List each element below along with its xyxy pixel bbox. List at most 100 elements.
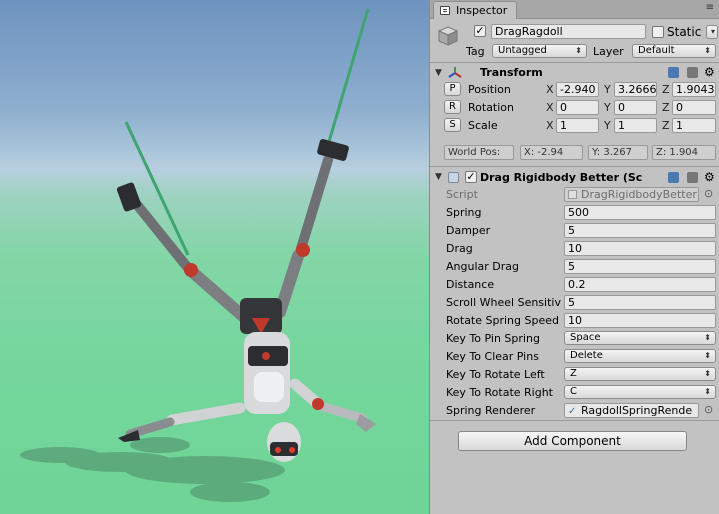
panel-menu-icon[interactable]: ≡ <box>706 2 716 13</box>
ragdoll-scene <box>20 8 376 502</box>
field-label: Rotate Spring Speed <box>446 314 559 327</box>
gear-icon[interactable]: ⚙ <box>704 170 715 184</box>
scale-x-field[interactable]: 1 <box>556 118 599 133</box>
tab-bar: Inspector ≡ <box>430 0 719 19</box>
divider <box>430 166 719 167</box>
tab-inspector-label: Inspector <box>456 4 508 17</box>
scale-x-label: X <box>546 119 554 132</box>
position-x-field[interactable]: -2.940 <box>556 82 599 97</box>
transform-icon <box>448 67 462 78</box>
script-label: Script <box>446 188 478 201</box>
static-checkbox[interactable] <box>652 26 664 38</box>
rotation-reset-button[interactable]: R <box>444 100 461 114</box>
rotation-y-field[interactable]: 0 <box>614 100 657 115</box>
world-pos-x: X: -2.94 <box>520 145 583 160</box>
scene-view[interactable] <box>0 0 429 514</box>
field-label: Scroll Wheel Sensitiv <box>446 296 561 309</box>
position-y-field[interactable]: 3.2666 <box>614 82 657 97</box>
gameobject-active-checkbox[interactable]: ✓ <box>474 25 486 37</box>
object-picker-icon[interactable]: ⊙ <box>704 187 713 200</box>
rotation-y-label: Y <box>604 101 611 114</box>
drag-field[interactable]: 10 <box>564 241 716 256</box>
dropdown-value: Z <box>570 368 577 379</box>
dropdown-value: Delete <box>570 350 603 361</box>
rotation-z-field[interactable]: 0 <box>672 100 716 115</box>
script-icon <box>448 172 459 183</box>
dropdown-arrow-icon: ⬍ <box>575 46 582 55</box>
dropdown-value: Space <box>570 332 601 343</box>
key-to-clear-pins-dropdown[interactable]: Delete ⬍ <box>564 349 716 363</box>
layer-label: Layer <box>593 45 624 58</box>
object-picker-icon[interactable]: ⊙ <box>704 403 713 416</box>
field-label: Spring <box>446 206 482 219</box>
field-label: Distance <box>446 278 495 291</box>
field-label: Angular Drag <box>446 260 519 273</box>
spring-renderer-value: RagdollSpringRende <box>581 404 693 417</box>
static-dropdown-arrow[interactable]: ▾ <box>706 25 718 39</box>
key-to-rotate-left-dropdown[interactable]: Z ⬍ <box>564 367 716 381</box>
help-icon[interactable] <box>668 67 679 78</box>
world-pos-y: Y: 3.267 <box>588 145 648 160</box>
scale-z-label: Z <box>662 119 670 132</box>
dropdown-arrow-icon: ⬍ <box>704 46 711 55</box>
ragdoll-shadow <box>20 437 285 502</box>
field-label: Drag <box>446 242 473 255</box>
position-x-label: X <box>546 83 554 96</box>
foldout-arrow-icon[interactable]: ▼ <box>435 68 442 78</box>
position-reset-button[interactable]: P <box>444 82 461 96</box>
tag-dropdown[interactable]: Untagged ⬍ <box>492 44 587 58</box>
rotation-x-label: X <box>546 101 554 114</box>
inspector-panel: Inspector ≡ ✓ DragRagdoll Static ▾ Tag U… <box>429 0 719 514</box>
component-enabled-checkbox[interactable]: ✓ <box>465 171 477 183</box>
scroll-wheel-sensitivity-field[interactable]: 5 <box>564 295 716 310</box>
tag-value: Untagged <box>498 45 547 56</box>
layer-value: Default <box>638 45 675 56</box>
component-title: Drag Rigidbody Better (Sc <box>480 171 643 184</box>
spring-field[interactable]: 500 <box>564 205 716 220</box>
angular-drag-field[interactable]: 5 <box>564 259 716 274</box>
key-to-pin-spring-dropdown[interactable]: Space ⬍ <box>564 331 716 345</box>
position-z-field[interactable]: 1.9043 <box>672 82 716 97</box>
position-label: Position <box>468 83 511 96</box>
damper-field[interactable]: 5 <box>564 223 716 238</box>
drag-rigidbody-header[interactable]: ▼ ✓ Drag Rigidbody Better (Sc ⚙ <box>430 168 719 186</box>
dropdown-label: Key To Rotate Left <box>446 368 545 381</box>
preset-icon[interactable] <box>687 67 698 78</box>
transform-header[interactable]: ▼ Transform ⚙ <box>430 64 719 82</box>
spring-line-right <box>326 8 370 146</box>
scale-z-field[interactable]: 1 <box>672 118 716 133</box>
gameobject-name-field[interactable]: DragRagdoll <box>491 24 646 39</box>
key-to-rotate-right-dropdown[interactable]: C ⬍ <box>564 385 716 399</box>
static-label: Static <box>667 25 702 39</box>
rotation-x-field[interactable]: 0 <box>556 100 599 115</box>
dropdown-label: Key To Rotate Right <box>446 386 553 399</box>
help-icon[interactable] <box>668 172 679 183</box>
transform-title: Transform <box>480 66 543 79</box>
spring-renderer-field[interactable]: ✓ RagdollSpringRende <box>564 403 699 418</box>
dropdown-label: Key To Pin Spring <box>446 332 540 345</box>
tag-label: Tag <box>466 45 485 58</box>
dropdown-label: Key To Clear Pins <box>446 350 539 363</box>
divider <box>430 62 719 63</box>
layer-dropdown[interactable]: Default ⬍ <box>632 44 716 58</box>
dropdown-arrow-icon: ⬍ <box>704 333 711 342</box>
gear-icon[interactable]: ⚙ <box>704 65 715 79</box>
preset-icon[interactable] <box>687 172 698 183</box>
scale-y-label: Y <box>604 119 611 132</box>
script-field: DragRigidbodyBetter <box>564 187 699 202</box>
tab-inspector[interactable]: Inspector <box>433 1 517 19</box>
gameobject-icon <box>437 25 459 47</box>
inspector-icon <box>440 6 450 15</box>
distance-field[interactable]: 0.2 <box>564 277 716 292</box>
rotate-spring-speed-field[interactable]: 10 <box>564 313 716 328</box>
add-component-button[interactable]: Add Component <box>458 431 687 451</box>
rotation-z-label: Z <box>662 101 670 114</box>
position-z-label: Z <box>662 83 670 96</box>
world-pos-label: World Pos: <box>444 145 514 160</box>
scale-reset-button[interactable]: S <box>444 118 461 132</box>
scale-label: Scale <box>468 119 498 132</box>
script-file-icon <box>568 190 577 199</box>
script-value: DragRigidbodyBetter <box>581 188 697 201</box>
scale-y-field[interactable]: 1 <box>614 118 657 133</box>
foldout-arrow-icon[interactable]: ▼ <box>435 172 442 182</box>
